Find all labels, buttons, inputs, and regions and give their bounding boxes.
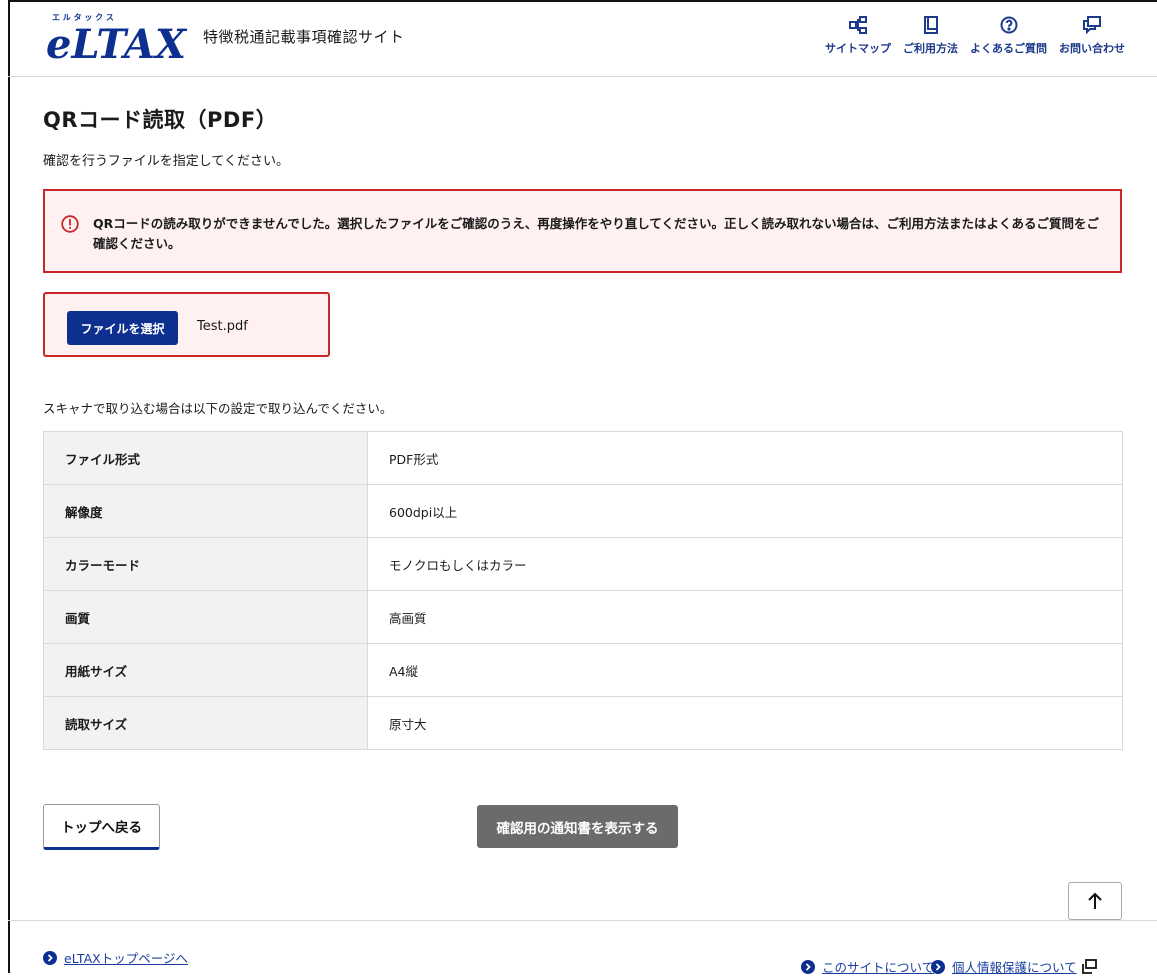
table-row: カラーモード モノクロもしくはカラー xyxy=(43,537,1123,591)
table-row: 用紙サイズ A4縦 xyxy=(43,643,1123,697)
nav-label: ご利用方法 xyxy=(903,42,958,55)
eltax-logo[interactable]: エ ル タ ッ ク ス eLTAX xyxy=(44,8,189,64)
setting-value: A4縦 xyxy=(367,643,1123,697)
nav-label: よくあるご質問 xyxy=(970,42,1047,55)
chevron-circle-icon xyxy=(801,959,815,974)
about-site-link[interactable]: このサイトについて xyxy=(801,957,934,976)
question-icon xyxy=(1000,16,1017,34)
table-row: 読取サイズ 原寸大 xyxy=(43,696,1123,750)
chat-icon xyxy=(1083,16,1101,34)
book-icon xyxy=(923,16,938,34)
file-select-area: ファイルを選択 Test.pdf xyxy=(43,292,330,357)
setting-key: 画質 xyxy=(43,590,368,644)
privacy-link[interactable]: 個人情報保護について xyxy=(931,957,1097,976)
selected-file-name: Test.pdf xyxy=(197,319,248,334)
table-row: 画質 高画質 xyxy=(43,590,1123,644)
footer-link-label: 個人情報保護について xyxy=(952,960,1077,975)
header: エ ル タ ッ ク ス eLTAX 特徴税通記載事項確認サイト サイトマップ ご… xyxy=(8,2,1157,77)
error-message: QRコードの読み取りができませんでした。選択したファイルをご確認のうえ、再度操作… xyxy=(93,216,1100,251)
setting-value: PDF形式 xyxy=(367,431,1123,485)
table-row: ファイル形式 PDF形式 xyxy=(43,431,1123,485)
setting-value: 原寸大 xyxy=(367,696,1123,750)
setting-key: ファイル形式 xyxy=(43,431,368,485)
setting-value: 高画質 xyxy=(367,590,1123,644)
logo-text: eLTAX xyxy=(46,21,188,64)
setting-value: 600dpi以上 xyxy=(367,484,1123,538)
table-row: 解像度 600dpi以上 xyxy=(43,484,1123,538)
show-notice-button[interactable]: 確認用の通知書を表示する xyxy=(477,805,678,848)
footer-link-label: eLTAXトップページへ xyxy=(64,951,188,966)
choose-file-button[interactable]: ファイルを選択 xyxy=(67,311,178,345)
chevron-circle-icon xyxy=(931,959,945,974)
nav-label: サイトマップ xyxy=(825,42,891,55)
setting-key: 解像度 xyxy=(43,484,368,538)
setting-key: 読取サイズ xyxy=(43,696,368,750)
setting-key: カラーモード xyxy=(43,537,368,591)
external-window-icon xyxy=(1081,959,1097,974)
eltax-top-link[interactable]: eLTAXトップページへ xyxy=(43,948,188,967)
error-alert: QRコードの読み取りができませんでした。選択したファイルをご確認のうえ、再度操作… xyxy=(43,189,1122,273)
scan-settings-table: ファイル形式 PDF形式 解像度 600dpi以上 カラーモード モノクロもしく… xyxy=(43,431,1123,750)
nav-label: お問い合わせ xyxy=(1059,42,1125,55)
setting-key: 用紙サイズ xyxy=(43,643,368,697)
nav-contact[interactable]: お問い合わせ xyxy=(1059,16,1125,56)
nav-sitemap[interactable]: サイトマップ xyxy=(825,16,891,56)
header-nav: サイトマップ ご利用方法 よくあるご質問 お問い合わせ xyxy=(825,16,1125,56)
arrow-up-icon xyxy=(1088,892,1102,909)
alert-circle-icon xyxy=(61,215,79,233)
nav-faq[interactable]: よくあるご質問 xyxy=(970,16,1047,56)
scroll-to-top-button[interactable] xyxy=(1068,882,1122,920)
back-to-top-button[interactable]: トップへ戻る xyxy=(43,804,160,850)
page-title: QRコード読取（PDF） xyxy=(43,108,278,132)
setting-value: モノクロもしくはカラー xyxy=(367,537,1123,591)
chevron-circle-icon xyxy=(43,950,57,965)
scan-note: スキャナで取り込む場合は以下の設定で取り込んでください。 xyxy=(43,401,393,416)
nav-usage[interactable]: ご利用方法 xyxy=(903,16,958,56)
footer: eLTAXトップページへ このサイトについて 個人情報保護について xyxy=(8,920,1157,976)
footer-link-label: このサイトについて xyxy=(822,960,935,975)
site-title: 特徴税通記載事項確認サイト xyxy=(203,28,405,46)
sitemap-icon xyxy=(849,16,867,34)
intro-text: 確認を行うファイルを指定してください。 xyxy=(43,154,289,169)
